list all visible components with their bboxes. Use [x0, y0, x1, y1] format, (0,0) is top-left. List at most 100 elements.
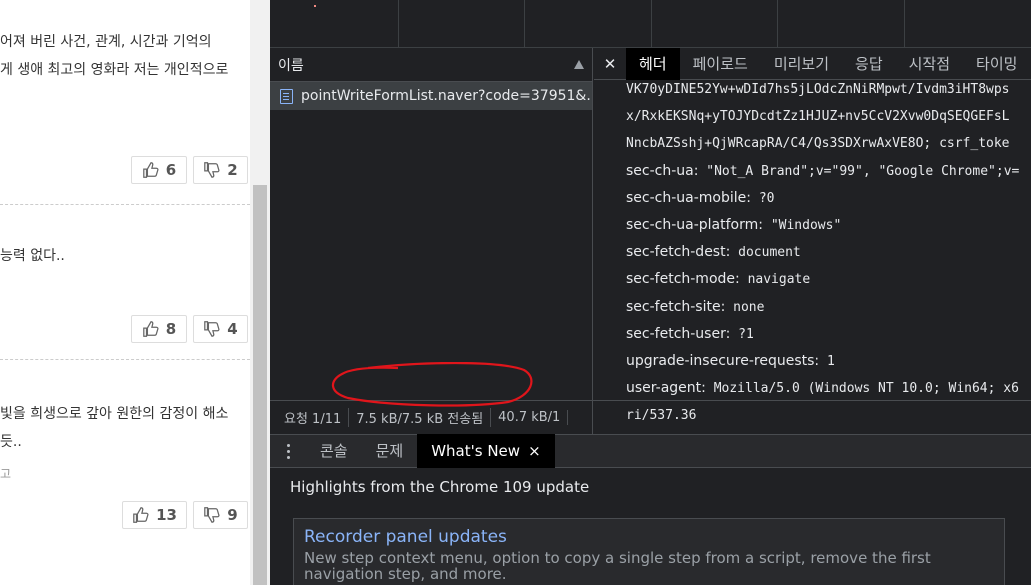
comment-divider — [0, 359, 250, 360]
header-key: sec-ch-ua-mobile: — [626, 189, 751, 206]
header-row: x/RxkEKSNq+yTOJYDcdtZz1HJUZ+nv5CcV2Xvw0D… — [626, 103, 1019, 130]
timeline-gridline — [777, 0, 778, 48]
timeline-marker — [314, 5, 316, 7]
comment-3-line-1: 빛을 희생으로 갚아 원한의 감정이 해소 — [0, 406, 229, 422]
tab-preview[interactable]: 미리보기 — [761, 48, 842, 80]
request-headers-list: VK70yDINE52Yw+wDId7hs5jLOdcZnNiRMpwt/Ivd… — [626, 76, 1019, 430]
header-row: sec-ch-ua: "Not_A Brand";v="99", "Google… — [626, 158, 1019, 185]
timeline-gridline — [651, 0, 652, 48]
header-key: sec-fetch-site: — [626, 298, 726, 315]
whats-new-highlights: Highlights from the Chrome 109 update — [290, 478, 590, 496]
dislike-button[interactable]: 4 — [193, 315, 248, 343]
dislike-count: 9 — [227, 506, 238, 524]
like-count: 13 — [156, 506, 177, 524]
like-button[interactable]: 13 — [122, 501, 187, 529]
dislike-button[interactable]: 9 — [193, 501, 248, 529]
network-timeline-overview[interactable] — [270, 0, 1031, 48]
like-count: 6 — [165, 161, 177, 179]
request-row[interactable]: pointWriteFormList.naver?code=37951&... — [270, 82, 592, 110]
thumbs-down-icon — [204, 162, 220, 178]
whats-new-card-title[interactable]: Recorder panel updates — [304, 527, 994, 547]
tab-whats-new[interactable]: What's New × — [417, 434, 555, 468]
thumbs-down-icon — [204, 507, 220, 523]
header-key: user-agent: — [626, 380, 706, 397]
header-value: navigate — [747, 272, 811, 288]
like-button[interactable]: 6 — [131, 156, 187, 184]
header-row: sec-fetch-user: ?1 — [626, 321, 1019, 348]
like-count: 8 — [165, 320, 177, 338]
comment-2-line-1: 능력 없다.. — [0, 248, 65, 264]
timeline-gridline — [904, 0, 905, 48]
dislike-count: 4 — [227, 320, 238, 338]
header-row: sec-fetch-dest: document — [626, 239, 1019, 266]
header-value: NncbAZSshj+QjWRcapRA/C4/Qs3SDXrwAxVE8O; … — [626, 136, 1010, 152]
header-value: none — [733, 299, 765, 315]
page-scrollbar-thumb[interactable] — [253, 185, 267, 585]
whats-new-panel: Highlights from the Chrome 109 update Re… — [270, 468, 1031, 585]
request-count: 요청 1/11 — [270, 408, 350, 427]
thumbs-up-icon — [142, 162, 159, 178]
close-drawer-tab-icon[interactable]: × — [528, 442, 541, 460]
details-tabbar: ✕ 헤더 페이로드 미리보기 응답 시작점 타이밍 — [594, 48, 1031, 80]
document-icon — [280, 88, 293, 104]
tab-console[interactable]: 콘솔 — [306, 434, 362, 468]
timeline-gridline — [398, 0, 399, 48]
header-row: VK70yDINE52Yw+wDId7hs5jLOdcZnNiRMpwt/Ivd… — [626, 76, 1019, 103]
header-value: VK70yDINE52Yw+wDId7hs5jLOdcZnNiRMpwt/Ivd… — [626, 82, 1010, 97]
thumbs-up-icon — [133, 507, 149, 523]
header-key: upgrade-insecure-requests: — [626, 353, 820, 370]
tab-headers[interactable]: 헤더 — [626, 48, 680, 80]
dislike-button[interactable]: 2 — [193, 156, 248, 184]
request-details: ✕ 헤더 페이로드 미리보기 응답 시작점 타이밍 VK70yDINE52Yw+… — [594, 48, 1031, 434]
more-options-icon[interactable] — [270, 443, 306, 459]
transferred-size: 7.5 kB/7.5 kB 전송됨 — [349, 408, 492, 427]
tab-response[interactable]: 응답 — [842, 48, 896, 80]
comment-1-line-1: 어져 버린 사건, 관계, 시간과 기억의 — [0, 34, 212, 50]
tab-issues[interactable]: 문제 — [362, 434, 418, 468]
sort-ascending-icon[interactable] — [574, 60, 584, 69]
thumbs-up-icon — [142, 321, 159, 337]
thumbs-down-icon — [204, 321, 220, 337]
header-value: ?1 — [738, 326, 754, 342]
tab-timing[interactable]: 타이밍 — [963, 48, 1030, 80]
header-value: "Not_A Brand";v="99", "Google Chrome";v= — [706, 163, 1020, 179]
header-value: x/RxkEKSNq+yTOJYDcdtZz1HJUZ+nv5CcV2Xvw0D… — [626, 109, 1010, 125]
close-details-icon[interactable]: ✕ — [594, 55, 626, 73]
drawer-tabbar: 콘솔 문제 What's New × — [270, 434, 1031, 468]
header-row: NncbAZSshj+QjWRcapRA/C4/Qs3SDXrwAxVE8O; … — [626, 130, 1019, 157]
devtools-network-panel: 이름 pointWriteFormList.naver?code=37951&.… — [270, 0, 1031, 585]
header-value: Mozilla/5.0 (Windows NT 10.0; Win64; x6 — [713, 381, 1019, 397]
header-value: ?0 — [758, 190, 775, 206]
header-key: sec-fetch-dest: — [626, 244, 731, 261]
header-row: upgrade-insecure-requests: 1 — [626, 348, 1019, 375]
whats-new-card-body: New step context menu, option to copy a … — [304, 549, 931, 583]
header-value: document — [738, 245, 801, 261]
tab-payload[interactable]: 페이로드 — [680, 48, 761, 80]
comment-3-line-2: 듯.. — [0, 434, 22, 450]
comment-1-line-2: 게 생애 최고의 영화라 저는 개인적으로 — [0, 62, 229, 78]
header-key: sec-fetch-mode: — [626, 271, 740, 288]
comment-3-meta: 고 — [0, 467, 12, 481]
timeline-gridline — [524, 0, 525, 48]
header-key: sec-ch-ua: — [626, 162, 699, 179]
header-row: sec-fetch-site: none — [626, 294, 1019, 321]
request-name: pointWriteFormList.naver?code=37951&... — [301, 88, 592, 104]
resource-size: 40.7 kB/1 — [491, 410, 569, 425]
header-value: "Windows" — [770, 218, 842, 234]
header-value: 1 — [826, 354, 835, 370]
name-column-header[interactable]: 이름 — [270, 48, 592, 82]
network-status-bar: 요청 1/11 7.5 kB/7.5 kB 전송됨 40.7 kB/1 — [270, 400, 1031, 434]
tab-whats-new-label: What's New — [431, 442, 521, 460]
header-row: user-agent: Mozilla/5.0 (Windows NT 10.0… — [626, 375, 1019, 402]
like-button[interactable]: 8 — [131, 315, 187, 343]
header-row: sec-fetch-mode: navigate — [626, 266, 1019, 293]
header-key: sec-fetch-user: — [626, 325, 731, 342]
webpage-comments: 어져 버린 사건, 관계, 시간과 기억의 게 생애 최고의 영화라 저는 개인… — [0, 0, 250, 585]
name-column-label: 이름 — [278, 57, 304, 74]
header-key: sec-ch-ua-platform: — [626, 217, 763, 234]
tab-initiator[interactable]: 시작점 — [896, 48, 963, 80]
header-row: sec-ch-ua-platform: "Windows" — [626, 212, 1019, 239]
header-row: sec-ch-ua-mobile: ?0 — [626, 185, 1019, 212]
whats-new-card[interactable]: Recorder panel updates New step context … — [293, 518, 1005, 585]
dislike-count: 2 — [227, 161, 238, 179]
